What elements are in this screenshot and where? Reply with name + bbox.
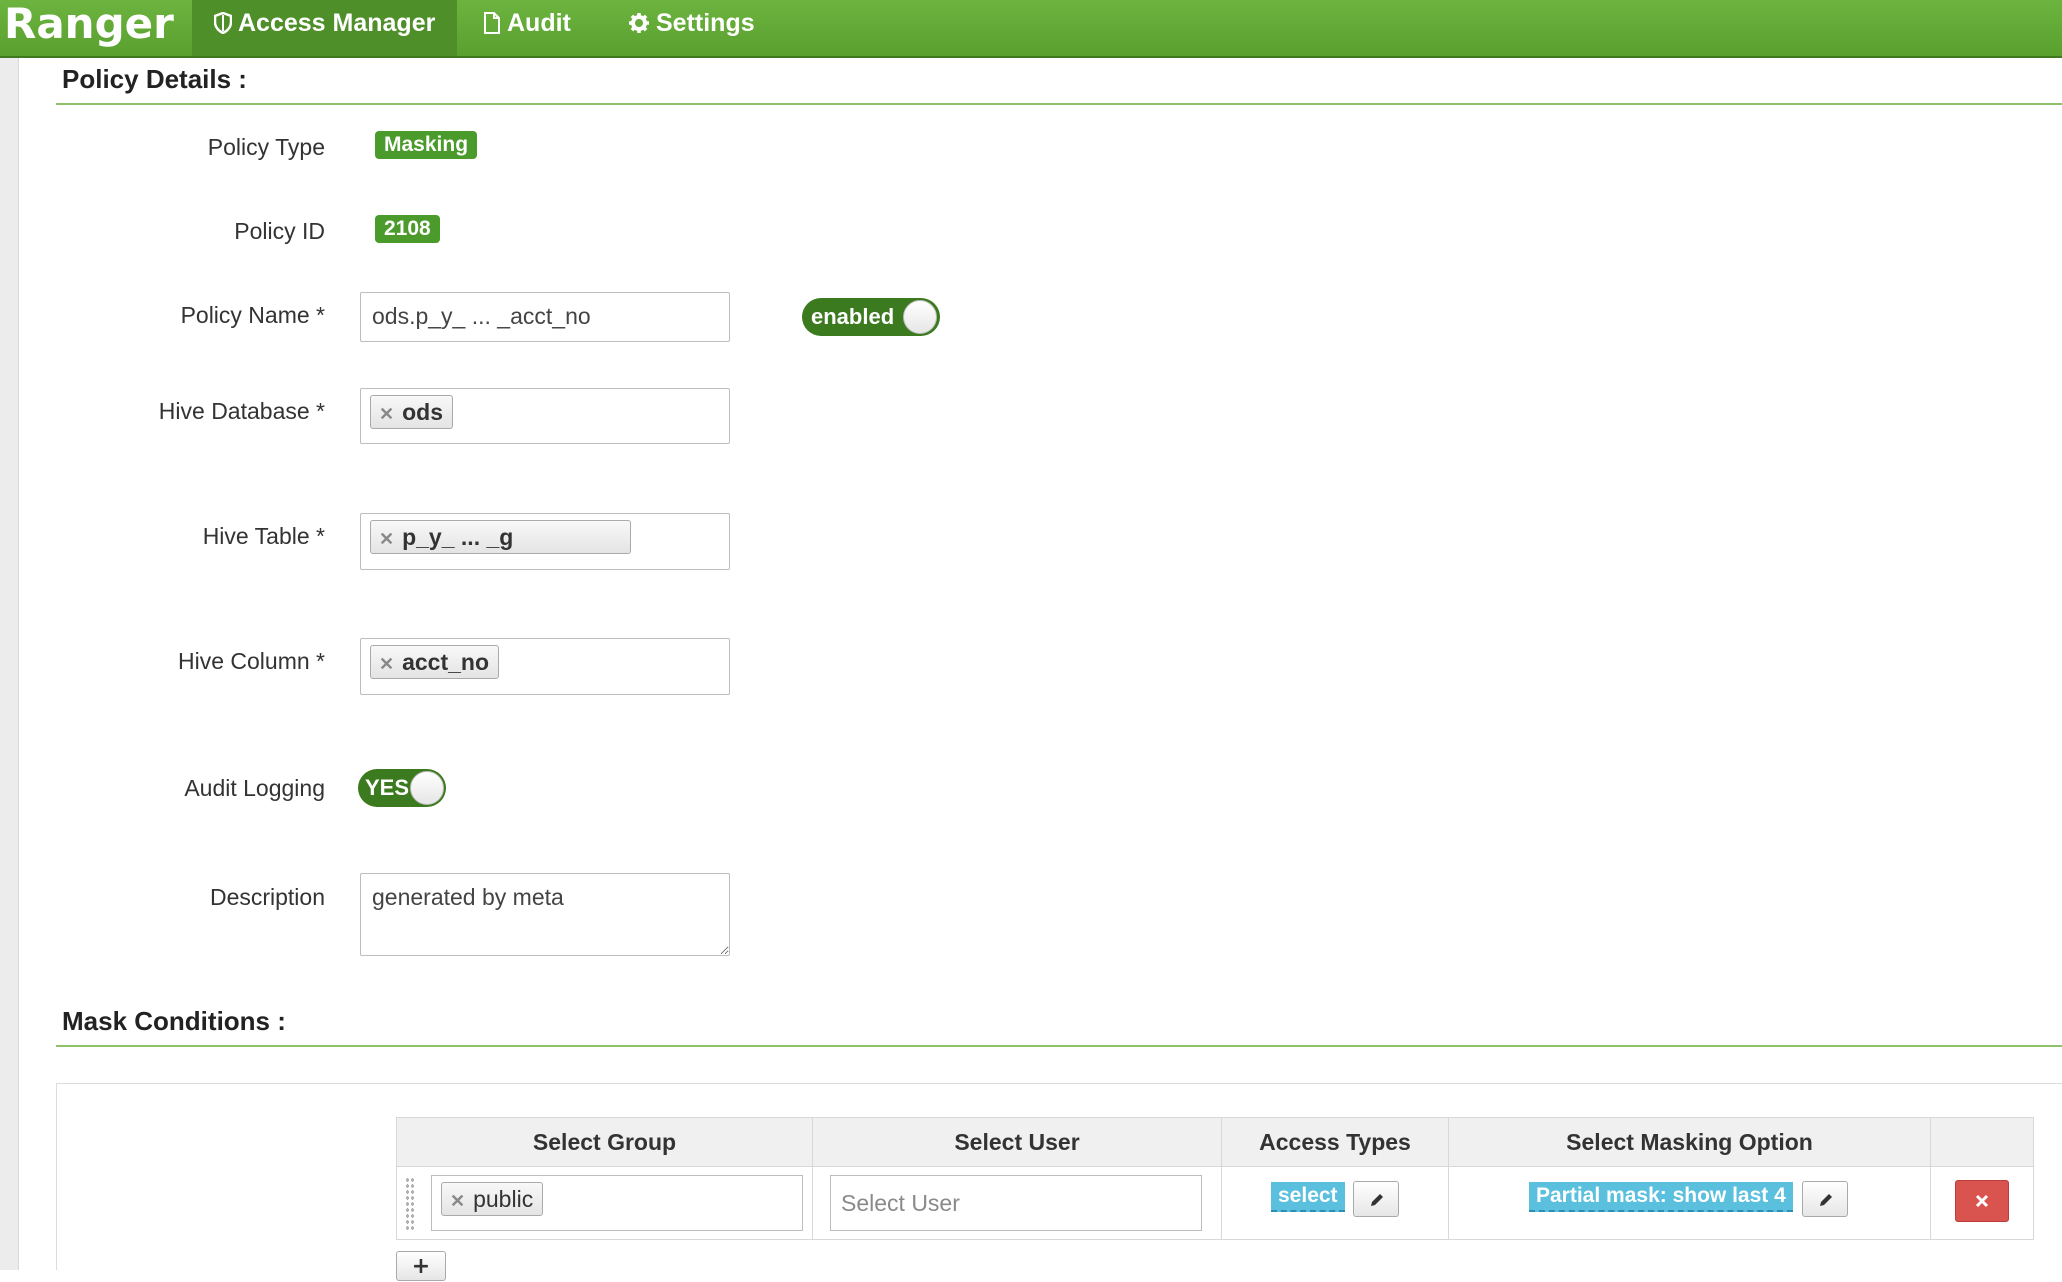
header-select-group: Select Group xyxy=(396,1117,813,1167)
file-icon xyxy=(484,12,500,34)
policy-enabled-toggle-label: enabled xyxy=(811,304,895,329)
shield-icon xyxy=(213,11,233,35)
top-navbar: Ranger Access Manager Audit Settings xyxy=(0,0,2062,58)
select-group-input[interactable]: ✕ public xyxy=(431,1175,803,1231)
access-type-chip[interactable]: select xyxy=(1271,1182,1345,1212)
section-divider xyxy=(56,103,2062,105)
policy-name-value: ods.p_y_ ... _acct_no xyxy=(372,303,591,329)
hive-database-label: Hive Database * xyxy=(158,398,325,424)
group-tag-label: public xyxy=(473,1186,534,1212)
hive-column-label: Hive Column * xyxy=(178,648,325,674)
select-user-placeholder: Select User xyxy=(841,1190,960,1216)
policy-id-label: Policy ID xyxy=(234,218,325,244)
pencil-icon xyxy=(1820,1194,1832,1206)
brand-logo[interactable]: Ranger xyxy=(4,0,174,54)
header-actions xyxy=(1930,1117,2034,1167)
description-label: Description xyxy=(209,884,325,910)
remove-tag-icon[interactable]: ✕ xyxy=(379,404,394,424)
header-select-masking-option: Select Masking Option xyxy=(1448,1117,1931,1167)
policy-enabled-toggle[interactable]: enabled xyxy=(802,298,940,336)
audit-logging-toggle-label: YES xyxy=(365,775,410,800)
toggle-knob xyxy=(903,300,937,334)
header-access-types: Access Types xyxy=(1221,1117,1449,1167)
policy-type-badge: Masking xyxy=(375,131,478,159)
group-tag[interactable]: ✕ public xyxy=(441,1182,544,1216)
nav-audit-label: Audit xyxy=(507,9,571,37)
edit-access-types-button[interactable] xyxy=(1353,1181,1399,1217)
close-icon xyxy=(1975,1194,1989,1208)
remove-tag-icon[interactable]: ✕ xyxy=(379,529,394,549)
cell-select-group: ✕ public xyxy=(396,1166,813,1240)
description-textarea[interactable]: generated by meta xyxy=(360,873,730,956)
nav-settings-label: Settings xyxy=(656,9,755,37)
policy-name-label: Policy Name * xyxy=(180,302,325,328)
hive-table-tag-label: p_y_ ... _g xyxy=(402,524,514,550)
gear-icon xyxy=(629,13,649,33)
policy-name-input[interactable]: ods.p_y_ ... _acct_no xyxy=(360,292,730,342)
header-select-user: Select User xyxy=(812,1117,1222,1167)
hive-database-tag-label: ods xyxy=(402,399,443,425)
remove-tag-icon[interactable]: ✕ xyxy=(379,654,394,674)
remove-tag-icon[interactable]: ✕ xyxy=(450,1191,465,1211)
toggle-knob xyxy=(410,771,444,805)
drag-handle-icon[interactable] xyxy=(405,1177,415,1231)
policy-id-badge: 2108 xyxy=(375,215,440,243)
policy-details-title: Policy Details : xyxy=(62,64,247,94)
cell-select-user: Select User xyxy=(812,1166,1222,1240)
nav-access-manager[interactable]: Access Manager xyxy=(192,0,458,56)
hive-column-tag[interactable]: ✕ acct_no xyxy=(370,645,500,679)
table-row: ✕ public Select User select Partial mask:… xyxy=(396,1166,2034,1240)
hive-database-tag[interactable]: ✕ ods xyxy=(370,395,453,429)
cell-actions xyxy=(1930,1166,2034,1240)
nav-audit[interactable]: Audit xyxy=(461,0,593,56)
policy-type-label: Policy Type xyxy=(207,134,325,160)
hive-column-tag-label: acct_no xyxy=(402,649,490,675)
hive-column-input[interactable]: ✕ acct_no xyxy=(360,638,730,695)
edit-masking-option-button[interactable] xyxy=(1802,1181,1848,1217)
section-divider xyxy=(56,1045,2062,1047)
delete-row-button[interactable] xyxy=(1955,1180,2009,1222)
hive-table-tag[interactable]: ✕ p_y_ ... _g xyxy=(370,520,631,554)
audit-logging-label: Audit Logging xyxy=(184,775,325,801)
hive-table-input[interactable]: ✕ p_y_ ... _g xyxy=(360,513,730,570)
mask-conditions-table: Select Group Select User Access Types Se… xyxy=(396,1117,2034,1240)
nav-access-manager-label: Access Manager xyxy=(238,9,436,37)
masking-option-chip[interactable]: Partial mask: show last 4 xyxy=(1529,1182,1793,1212)
pencil-icon xyxy=(1371,1194,1383,1206)
audit-logging-toggle[interactable]: YES xyxy=(358,769,446,807)
hive-table-label: Hive Table * xyxy=(202,523,325,549)
cell-masking-option: Partial mask: show last 4 xyxy=(1448,1166,1931,1240)
nav-settings[interactable]: Settings xyxy=(606,0,777,56)
hive-database-input[interactable]: ✕ ods xyxy=(360,388,730,444)
add-condition-button[interactable]: + xyxy=(396,1251,446,1281)
mask-conditions-title: Mask Conditions : xyxy=(62,1006,286,1036)
cell-access-types: select xyxy=(1221,1166,1449,1240)
select-user-input[interactable]: Select User xyxy=(830,1175,1202,1231)
